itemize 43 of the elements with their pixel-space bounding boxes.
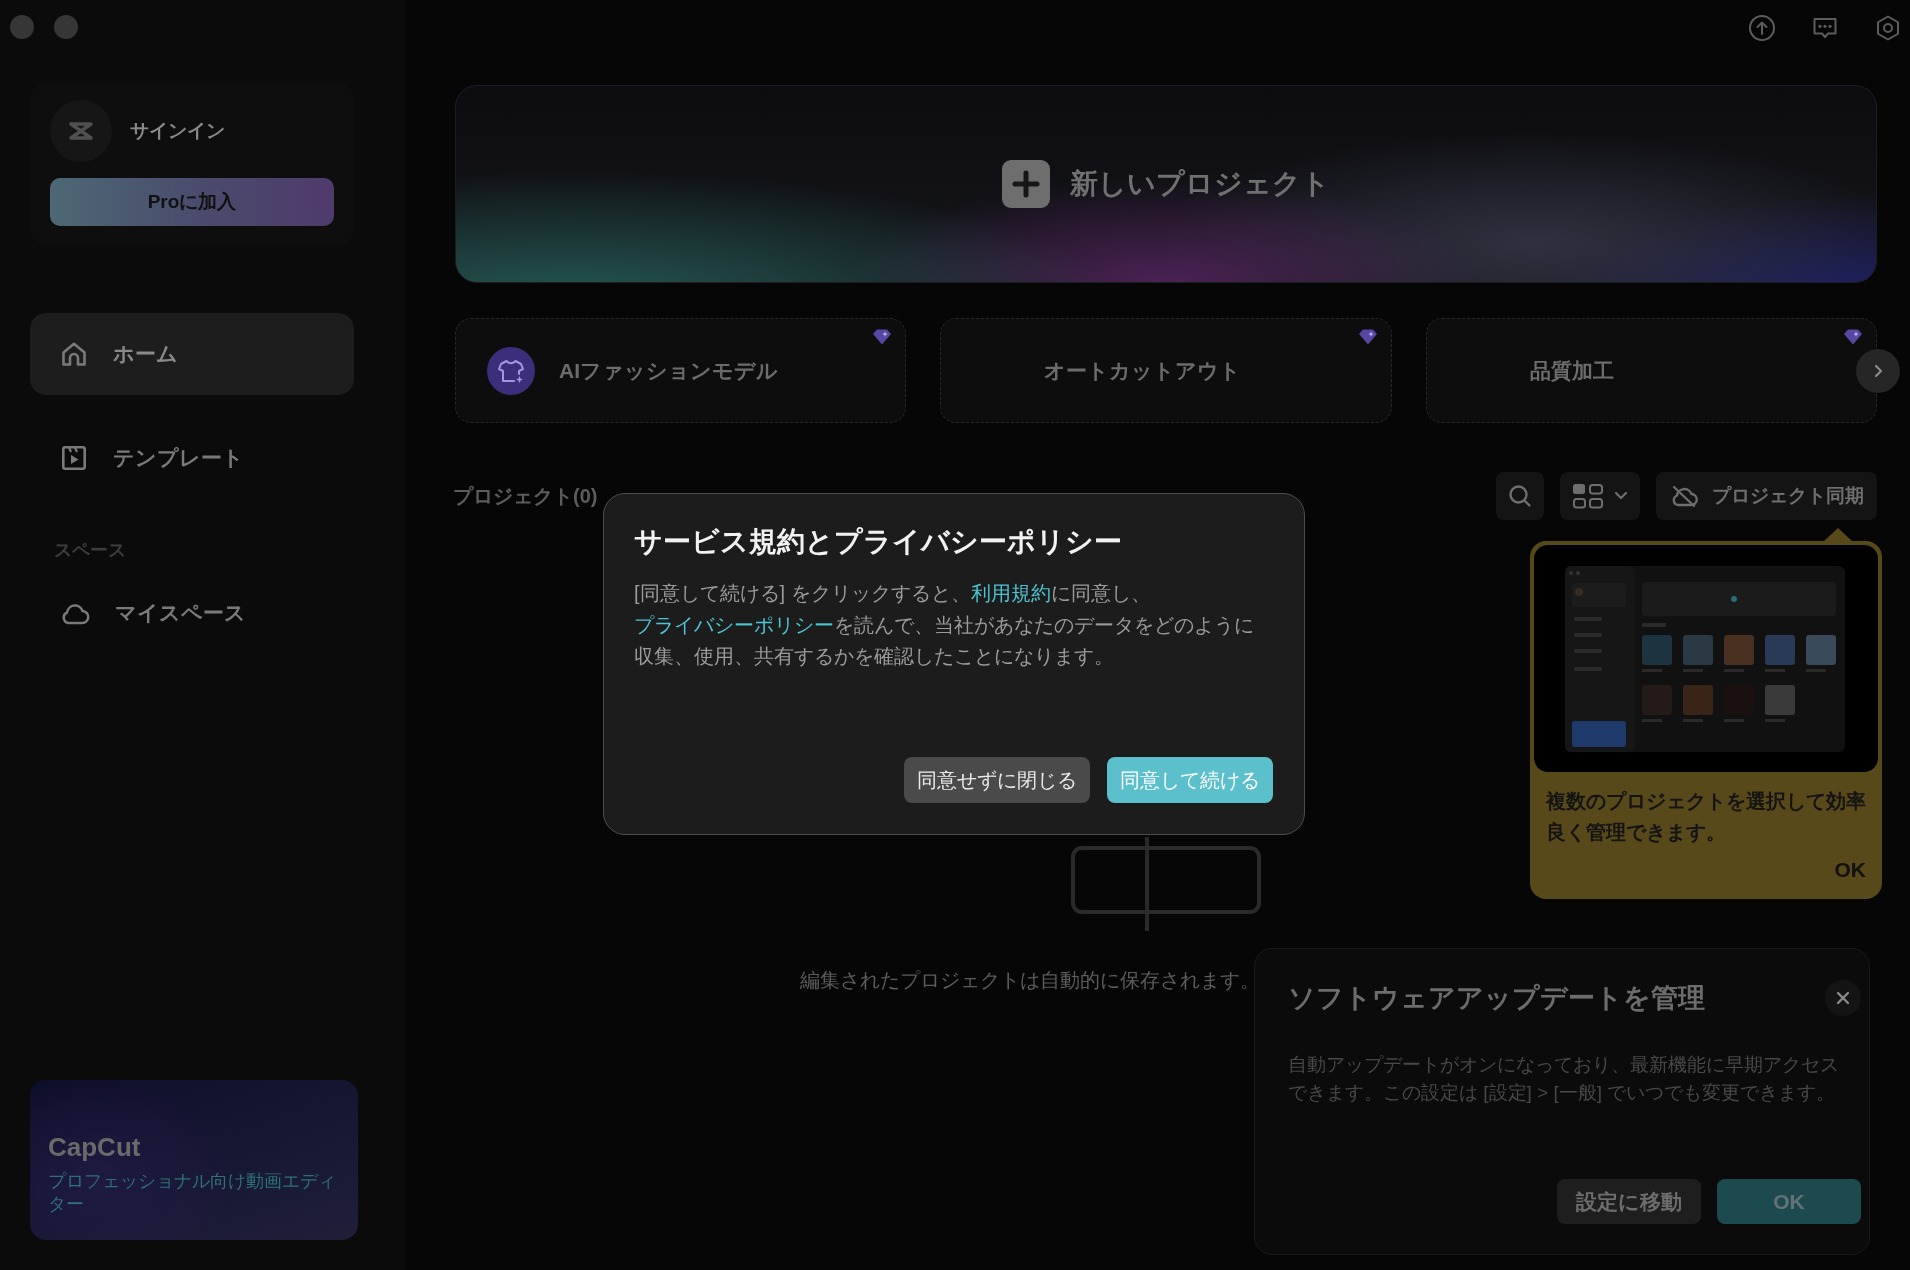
join-pro-button[interactable]: Proに加入 — [50, 178, 334, 226]
window-control-icon[interactable] — [54, 15, 78, 39]
dialog-text: [同意して続ける] をクリックすると、利用規約に同意し、 プライバシーポリシーを読んで、当社があなたのデータをどのように収集、使用、共有するかを確認したことになります。 — [634, 581, 1255, 669]
sidebar-item[interactable]: テンプレート — [30, 417, 354, 499]
panel-button[interactable]: OK — [1717, 1179, 1861, 1224]
sign-in-link[interactable]: サインイン — [130, 118, 225, 144]
sidebar-item[interactable]: マイスペース — [30, 572, 354, 654]
panel-button[interactable]: 設定に移動 — [1557, 1179, 1701, 1224]
chevron-down-icon — [1614, 491, 1628, 501]
settings-icon[interactable] — [1874, 14, 1902, 42]
sync-button[interactable]: プロジェクト同期 — [1656, 472, 1877, 520]
view-toggle-button[interactable] — [1560, 472, 1640, 520]
empty-state-icon — [1071, 837, 1261, 931]
panel-text: 自動アップデートがオンになっており、最新機能に早期アクセスできます。この設定は [設定] > [一般] でいつでも変更できます。 — [1288, 1053, 1840, 1105]
empty-state-text: 編集されたプロジェクトは自動的に保存されます。 — [800, 968, 1260, 993]
dialog-title: サービス規約とプライバシーポリシー — [634, 525, 1123, 559]
text-link[interactable]: 利用規約 — [970, 582, 1051, 604]
home-icon — [60, 340, 88, 368]
promo-card[interactable]: CapCut プロフェッショナル向け動画エディター — [30, 1080, 358, 1240]
tooltip-ok-button[interactable]: OK — [1834, 858, 1866, 882]
dialog-button[interactable]: 同意して続ける — [1107, 757, 1273, 803]
promo-title: CapCut — [48, 1131, 142, 1163]
tooltip-text: 複数のプロジェクトを選択して効率良く管理できます。 — [1546, 789, 1866, 845]
feature-card[interactable]: AIファッションモデル — [455, 318, 907, 423]
dialog-button[interactable]: 同意せずに閉じる — [904, 757, 1090, 803]
window-control-icon[interactable] — [10, 15, 34, 39]
projects-title: プロジェクト(0) — [453, 483, 598, 509]
close-button[interactable] — [1825, 980, 1861, 1016]
panel-title: ソフトウェアアップデートを管理 — [1288, 982, 1705, 1015]
template-icon — [60, 444, 88, 472]
text-link[interactable]: プライバシーポリシー — [634, 613, 834, 636]
grid-icon — [1572, 483, 1604, 509]
shirt-icon — [487, 346, 535, 395]
feature-card[interactable]: オートカットアウト — [940, 318, 1392, 423]
plus-icon — [1002, 160, 1050, 208]
app-logo-icon — [50, 100, 112, 162]
search-button[interactable] — [1496, 472, 1544, 520]
promo-subtitle: プロフェッショナル向け動画エディター — [48, 1170, 337, 1216]
sidebar-item[interactable]: ホーム — [30, 313, 354, 395]
search-icon — [1508, 484, 1532, 508]
new-project-button[interactable]: 新しいプロジェクト — [455, 85, 1877, 283]
close-icon — [1836, 991, 1850, 1005]
feature-card[interactable]: 品質加工 — [1425, 318, 1877, 423]
